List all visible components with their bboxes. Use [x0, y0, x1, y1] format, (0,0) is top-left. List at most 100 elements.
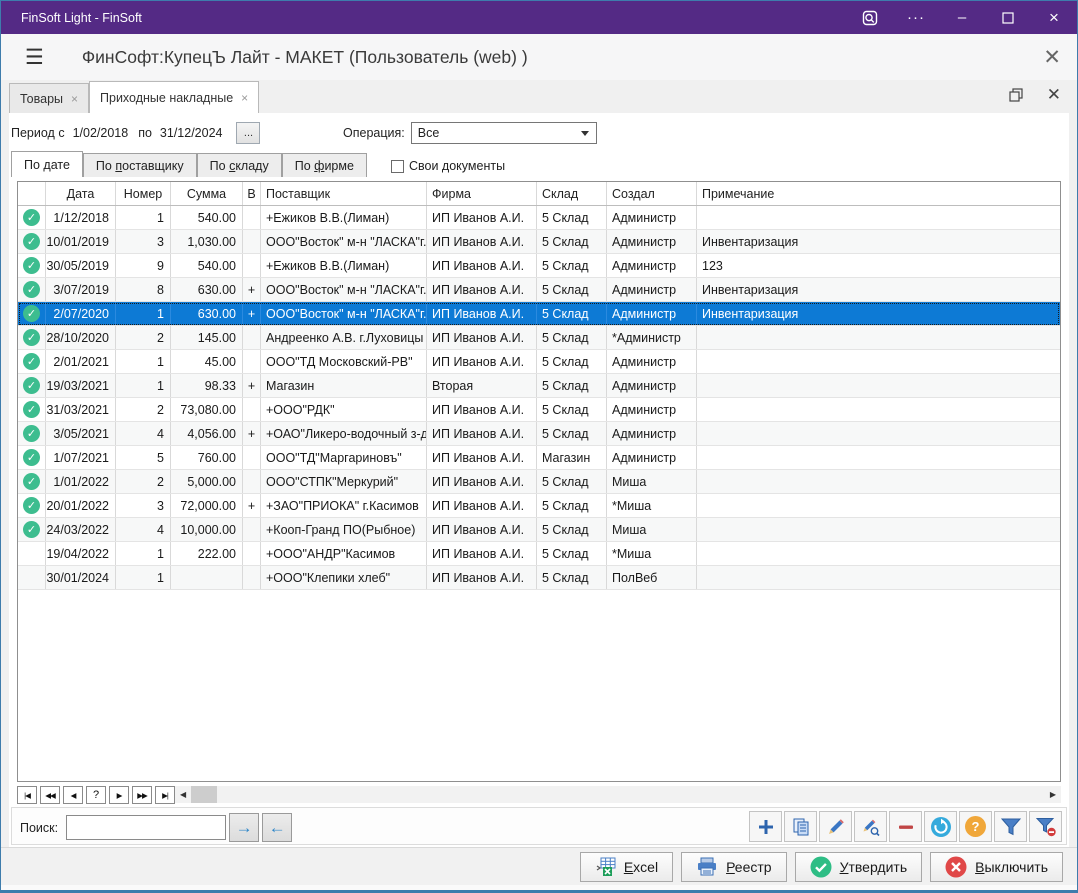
col-sum[interactable]: Сумма — [171, 182, 243, 205]
col-number[interactable]: Номер — [116, 182, 171, 205]
col-date[interactable]: Дата — [46, 182, 116, 205]
period-picker-button[interactable]: ... — [236, 122, 260, 144]
search-input[interactable] — [66, 815, 226, 840]
col-warehouse[interactable]: Склад — [537, 182, 607, 205]
table-row[interactable]: ✓3/07/20198630.00+ООО"Восток" м-н "ЛАСКА… — [18, 278, 1060, 302]
table-row[interactable]: ✓30/05/20199540.00+Ежиков В.В.(Лиман)ИП … — [18, 254, 1060, 278]
cell-status: ✓ — [18, 326, 46, 349]
cell-number: 4 — [116, 422, 171, 445]
table-row[interactable]: ✓31/03/2021273,080.00+ООО"РДК"ИП Иванов … — [18, 398, 1060, 422]
next-page-button[interactable]: ▶ — [109, 786, 129, 804]
maximize-button[interactable] — [985, 1, 1031, 34]
tab-label: Приходные накладные — [100, 91, 233, 105]
col-status[interactable] — [18, 182, 46, 205]
view-tab-by-warehouse[interactable]: По складу — [197, 153, 282, 177]
arrow-right-icon: → — [236, 818, 253, 838]
edit-view-button[interactable] — [854, 811, 887, 842]
col-note[interactable]: Примечание — [697, 182, 1060, 205]
table-row[interactable]: ✓1/01/202225,000.00ООО"СТПК"Меркурий"ИП … — [18, 470, 1060, 494]
search-prev-button[interactable]: ← — [262, 813, 292, 842]
excel-button[interactable]: Excel — [580, 852, 673, 882]
scroll-left-icon[interactable]: ◀ — [175, 790, 191, 799]
close-icon: × — [1049, 8, 1059, 28]
tab-close-icon[interactable]: × — [241, 91, 248, 105]
cell-date: 20/01/2022 — [46, 494, 116, 517]
view-tabs: По дате По поставщику По складу По фирме… — [11, 151, 1067, 177]
search-next-button[interactable]: → — [229, 813, 259, 842]
locate-button[interactable]: ? — [86, 786, 106, 804]
cell-firm: ИП Иванов А.И. — [427, 278, 537, 301]
col-supplier[interactable]: Поставщик — [261, 182, 427, 205]
hamburger-menu-icon[interactable]: ☰ — [25, 47, 44, 68]
cell-number: 1 — [116, 350, 171, 373]
view-tab-by-firm[interactable]: По фирме — [282, 153, 367, 177]
table-row[interactable]: ✓3/05/202144,056.00++ОАО"Ликеро-водочный… — [18, 422, 1060, 446]
fast-forward-button[interactable]: ▶▶ — [132, 786, 152, 804]
table-row[interactable]: ✓2/01/2021145.00ООО"ТД Московский-РВ"ИП … — [18, 350, 1060, 374]
period-to-field[interactable]: 31/12/2024 — [160, 126, 223, 140]
cell-date: 1/01/2022 — [46, 470, 116, 493]
fast-back-button[interactable]: ◀◀ — [40, 786, 60, 804]
table-row[interactable]: ✓1/12/20181540.00+Ежиков В.В.(Лиман)ИП И… — [18, 206, 1060, 230]
arrow-left-icon: ← — [269, 818, 286, 838]
col-flag[interactable]: В — [243, 182, 261, 205]
col-creator[interactable]: Создал — [607, 182, 697, 205]
view-tab-by-supplier[interactable]: По поставщику — [83, 153, 197, 177]
period-from-field[interactable]: 1/02/2018 — [73, 126, 129, 140]
close-tab-pane-icon[interactable]: ✕ — [1047, 85, 1061, 105]
table-row[interactable]: ✓1/07/20215760.00ООО"ТД"Маргариновъ"ИП И… — [18, 446, 1060, 470]
minimize-icon: – — [958, 13, 966, 23]
col-firm[interactable]: Фирма — [427, 182, 537, 205]
scrollbar-thumb[interactable] — [191, 786, 217, 803]
cell-flag — [243, 542, 261, 565]
last-page-button[interactable]: ▶| — [155, 786, 175, 804]
filter-clear-button[interactable] — [1029, 811, 1062, 842]
minimize-button[interactable]: – — [939, 1, 985, 34]
cell-date: 3/05/2021 — [46, 422, 116, 445]
prev-page-button[interactable]: ◀ — [63, 786, 83, 804]
titlebar-search-button[interactable] — [847, 1, 893, 34]
delete-button[interactable] — [889, 811, 922, 842]
close-window-button[interactable]: × — [1031, 1, 1077, 34]
tab-incoming-invoices[interactable]: Приходные накладные × — [89, 81, 259, 113]
cell-warehouse: 5 Склад — [537, 230, 607, 253]
edit-button[interactable] — [819, 811, 852, 842]
table-row[interactable]: ✓10/01/201931,030.00ООО"Восток" м-н "ЛАС… — [18, 230, 1060, 254]
cell-status: ✓ — [18, 278, 46, 301]
restore-pane-icon[interactable] — [1009, 88, 1023, 102]
app-close-icon[interactable]: ✕ — [1043, 45, 1061, 70]
filter-row: Период с 1/02/2018 по 31/12/2024 ... Опе… — [11, 121, 1067, 145]
approve-button[interactable]: Утвердить — [795, 852, 923, 882]
table-row[interactable]: 19/04/20221222.00+ООО"АНДР"КасимовИП Ива… — [18, 542, 1060, 566]
cell-number: 1 — [116, 206, 171, 229]
copy-button[interactable] — [784, 811, 817, 842]
operation-select[interactable]: Все — [411, 122, 597, 144]
view-tab-by-date[interactable]: По дате — [11, 151, 83, 177]
filter-button[interactable] — [994, 811, 1027, 842]
period-label: Период с — [11, 126, 65, 140]
tab-close-icon[interactable]: × — [71, 92, 78, 106]
table-row[interactable]: 30/01/20241+ООО"Клепики хлеб"ИП Иванов А… — [18, 566, 1060, 590]
horizontal-scrollbar[interactable]: ◀ ▶ — [175, 786, 1061, 803]
cell-warehouse: 5 Склад — [537, 470, 607, 493]
scroll-right-icon[interactable]: ▶ — [1045, 790, 1061, 799]
shutdown-button[interactable]: Выключить — [930, 852, 1063, 882]
table-row[interactable]: ✓2/07/20201630.00+ООО"Восток" м-н "ЛАСКА… — [18, 302, 1060, 326]
table-row[interactable]: ✓19/03/2021198.33+МагазинВторая5 СкладАд… — [18, 374, 1060, 398]
cell-supplier: +Ежиков В.В.(Лиман) — [261, 206, 427, 229]
refresh-button[interactable] — [924, 811, 957, 842]
add-button[interactable] — [749, 811, 782, 842]
table-row[interactable]: ✓28/10/20202145.00Андреенко А.В. г.Лухов… — [18, 326, 1060, 350]
own-documents-checkbox[interactable]: Свои документы — [391, 159, 505, 173]
table-row[interactable]: ✓20/01/2022372,000.00++ЗАО"ПРИОКА" г.Кас… — [18, 494, 1060, 518]
register-print-button[interactable]: Реестр — [681, 852, 787, 882]
help-button[interactable]: ? — [959, 811, 992, 842]
cell-flag — [243, 470, 261, 493]
table-row[interactable]: ✓24/03/2022410,000.00+Кооп-Гранд ПО(Рыбн… — [18, 518, 1060, 542]
tab-goods[interactable]: Товары × — [9, 83, 89, 113]
first-page-button[interactable]: |◀ — [17, 786, 37, 804]
printer-icon — [696, 857, 718, 877]
cell-warehouse: 5 Склад — [537, 494, 607, 517]
cell-status — [18, 542, 46, 565]
titlebar-more-button[interactable]: ··· — [893, 1, 939, 34]
